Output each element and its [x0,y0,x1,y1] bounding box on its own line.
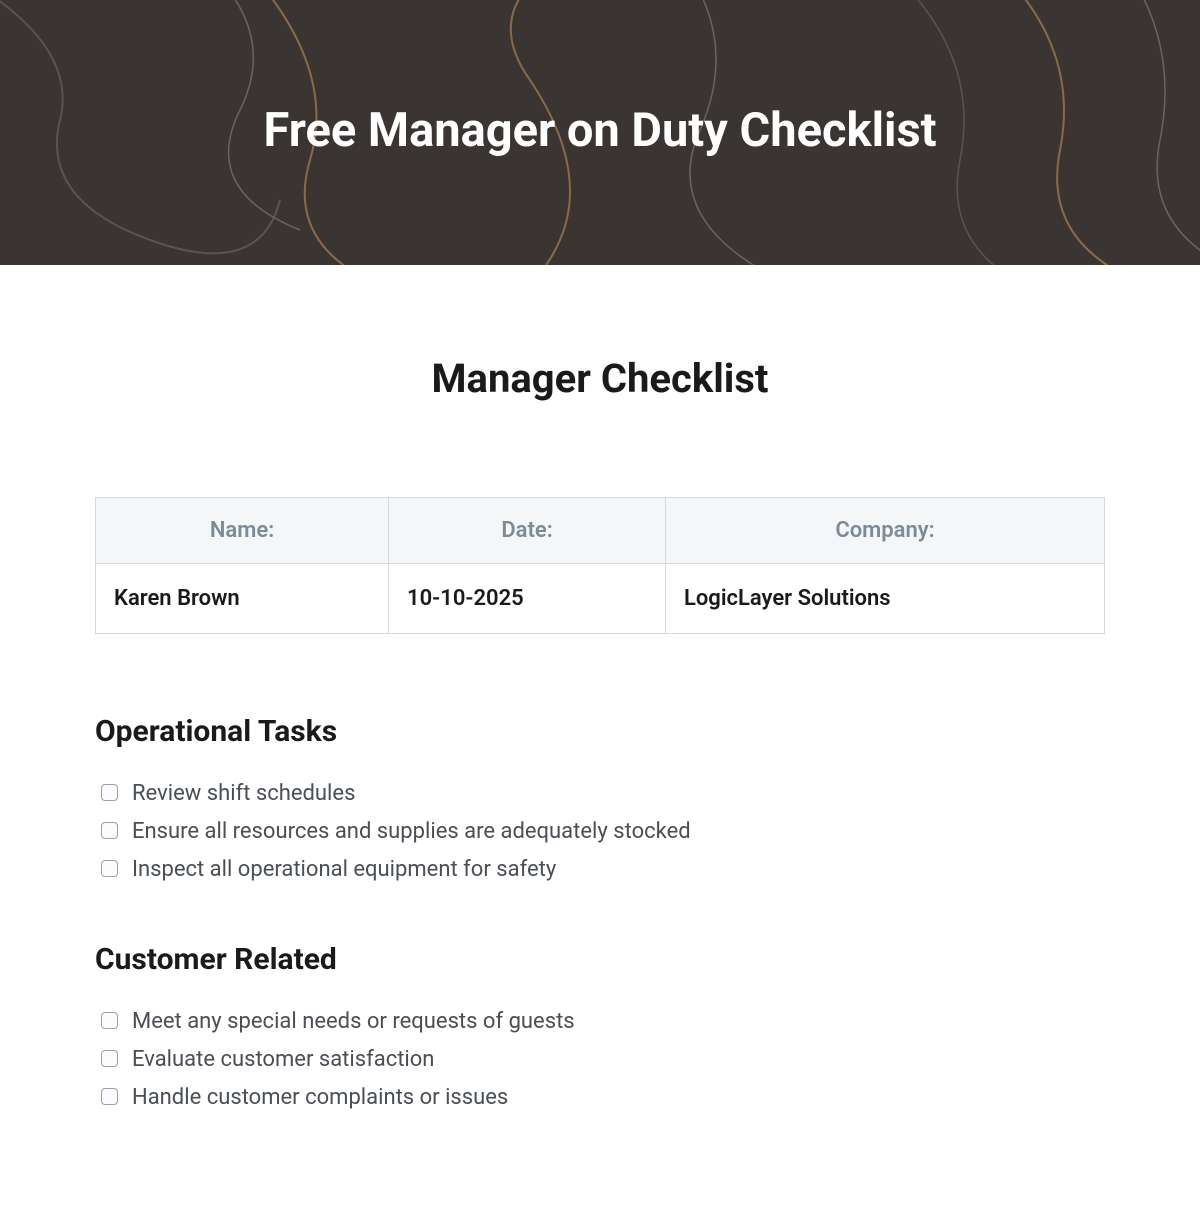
checkbox[interactable] [101,784,118,801]
info-header-company: Company: [665,498,1104,564]
section-operational-tasks: Operational Tasks Review shift schedules… [95,714,1105,887]
checkbox[interactable] [101,1012,118,1029]
document-content: Manager Checklist Name: Date: Company: K… [0,265,1200,1211]
hero-banner: Free Manager on Duty Checklist [0,0,1200,265]
page-title: Manager Checklist [95,355,1105,402]
hero-title: Free Manager on Duty Checklist [264,103,937,158]
info-value-company: LogicLayer Solutions [665,564,1104,634]
list-item: Inspect all operational equipment for sa… [101,853,1105,887]
checklist-item-label: Inspect all operational equipment for sa… [132,853,556,887]
checkbox[interactable] [101,860,118,877]
info-header-name: Name: [96,498,389,564]
checklist-item-label: Handle customer complaints or issues [132,1081,508,1115]
checklist-item-label: Meet any special needs or requests of gu… [132,1005,575,1039]
info-value-name: Karen Brown [96,564,389,634]
checkbox[interactable] [101,1050,118,1067]
checkbox[interactable] [101,1088,118,1105]
list-item: Ensure all resources and supplies are ad… [101,815,1105,849]
checklist: Meet any special needs or requests of gu… [95,1005,1105,1115]
checklist: Review shift schedules Ensure all resour… [95,777,1105,887]
list-item: Evaluate customer satisfaction [101,1043,1105,1077]
list-item: Handle customer complaints or issues [101,1081,1105,1115]
section-title: Operational Tasks [95,714,1105,749]
checkbox[interactable] [101,822,118,839]
checklist-item-label: Review shift schedules [132,777,355,811]
checklist-item-label: Evaluate customer satisfaction [132,1043,434,1077]
list-item: Review shift schedules [101,777,1105,811]
section-title: Customer Related [95,942,1105,977]
info-header-date: Date: [389,498,666,564]
table-row: Karen Brown 10-10-2025 LogicLayer Soluti… [96,564,1105,634]
list-item: Meet any special needs or requests of gu… [101,1005,1105,1039]
info-value-date: 10-10-2025 [389,564,666,634]
info-table: Name: Date: Company: Karen Brown 10-10-2… [95,497,1105,634]
checklist-item-label: Ensure all resources and supplies are ad… [132,815,691,849]
section-customer-related: Customer Related Meet any special needs … [95,942,1105,1115]
